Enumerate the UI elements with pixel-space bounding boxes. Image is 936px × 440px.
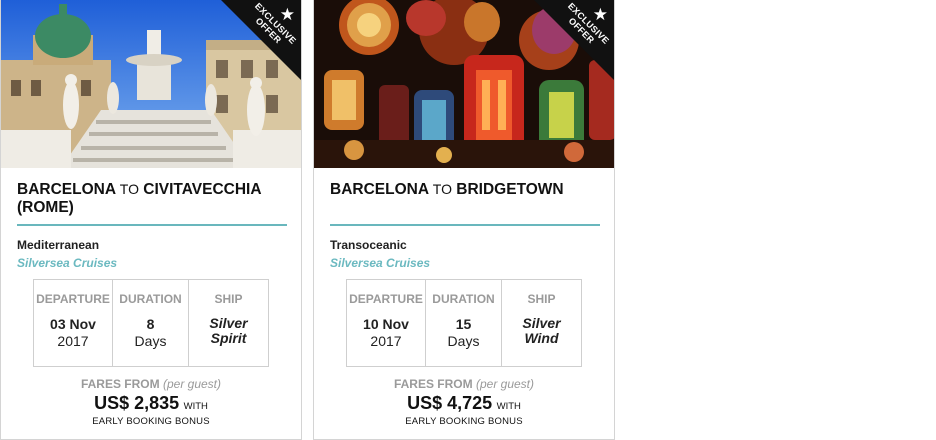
- route-title[interactable]: BARCELONA TO BRIDGETOWN: [330, 180, 600, 199]
- departure-date: 03 Nov: [50, 316, 96, 332]
- duration-column: DURATION 8 Days: [113, 280, 189, 366]
- duration-column: DURATION 15 Days: [426, 280, 502, 366]
- route-title[interactable]: BARCELONA TO CIVITAVECCHIA (ROME): [17, 180, 287, 217]
- ship-name-line2: Spirit: [210, 330, 247, 346]
- ship-name-line1: Silver: [522, 315, 561, 331]
- duration-unit: Days: [447, 333, 480, 349]
- bonus-label: EARLY BOOKING BONUS: [405, 416, 523, 427]
- departure-column: DEPARTURE 03 Nov 2017: [34, 280, 113, 366]
- price-row: US$ 4,725 WITH: [314, 393, 614, 414]
- price: US$ 2,835: [94, 393, 180, 413]
- destination-image[interactable]: ★ EXCLUSIVE OFFER: [1, 0, 301, 168]
- cruise-card[interactable]: ★ EXCLUSIVE OFFER BARCELONA TO BRIDGETOW…: [313, 0, 615, 440]
- destination: BRIDGETOWN: [456, 181, 564, 198]
- ship-name-line1: Silver: [209, 315, 248, 331]
- duration-header: DURATION: [432, 292, 495, 306]
- ship-header: SHIP: [214, 292, 243, 306]
- fares-from-label: FARES FROM (per guest): [1, 377, 301, 391]
- departure-year: 2017: [370, 333, 402, 349]
- star-icon: ★: [279, 5, 295, 24]
- exclusive-offer-badge: ★ EXCLUSIVE OFFER: [534, 0, 614, 82]
- duration-number: 15: [455, 316, 472, 332]
- bonus-label: EARLY BOOKING BONUS: [92, 416, 210, 427]
- cruise-details-table: DEPARTURE 03 Nov 2017 DURATION 8 Days SH…: [33, 279, 269, 367]
- exclusive-offer-badge: ★ EXCLUSIVE OFFER: [221, 0, 301, 82]
- ship-name-line2: Wind: [524, 330, 559, 346]
- cruise-details-table: DEPARTURE 10 Nov 2017 DURATION 15 Days S…: [346, 279, 582, 367]
- divider: [330, 224, 600, 226]
- to-label: TO: [432, 181, 452, 197]
- price-row: US$ 2,835 WITH: [1, 393, 301, 414]
- region: Mediterranean: [17, 238, 100, 252]
- with-label: WITH: [183, 401, 208, 412]
- departure-year: 2017: [57, 333, 89, 349]
- duration-number: 8: [146, 316, 155, 332]
- departure-header: DEPARTURE: [349, 292, 423, 306]
- origin: BARCELONA: [17, 181, 116, 198]
- departure-date: 10 Nov: [363, 316, 409, 332]
- duration-unit: Days: [134, 333, 167, 349]
- with-label: WITH: [496, 401, 521, 412]
- per-guest-text: (per guest): [475, 377, 535, 391]
- departure-column: DEPARTURE 10 Nov 2017: [347, 280, 426, 366]
- ship-column: SHIP Silver Spirit: [189, 280, 268, 366]
- divider: [17, 224, 287, 226]
- duration-header: DURATION: [119, 292, 182, 306]
- cruise-line: Silversea Cruises: [17, 256, 118, 270]
- to-label: TO: [119, 181, 139, 197]
- ship-header: SHIP: [527, 292, 556, 306]
- region: Transoceanic: [330, 238, 407, 252]
- price: US$ 4,725: [407, 393, 493, 413]
- departure-header: DEPARTURE: [36, 292, 110, 306]
- star-icon: ★: [592, 5, 608, 24]
- ship-column: SHIP Silver Wind: [502, 280, 581, 366]
- per-guest-text: (per guest): [162, 377, 222, 391]
- cruise-line: Silversea Cruises: [330, 256, 431, 270]
- cruise-card[interactable]: ★ EXCLUSIVE OFFER BARCELONA TO CIVITAVEC…: [0, 0, 302, 440]
- origin: BARCELONA: [330, 181, 429, 198]
- destination-image[interactable]: ★ EXCLUSIVE OFFER: [314, 0, 614, 168]
- fares-text: FARES FROM: [80, 377, 160, 391]
- fares-text: FARES FROM: [393, 377, 473, 391]
- fares-from-label: FARES FROM (per guest): [314, 377, 614, 391]
